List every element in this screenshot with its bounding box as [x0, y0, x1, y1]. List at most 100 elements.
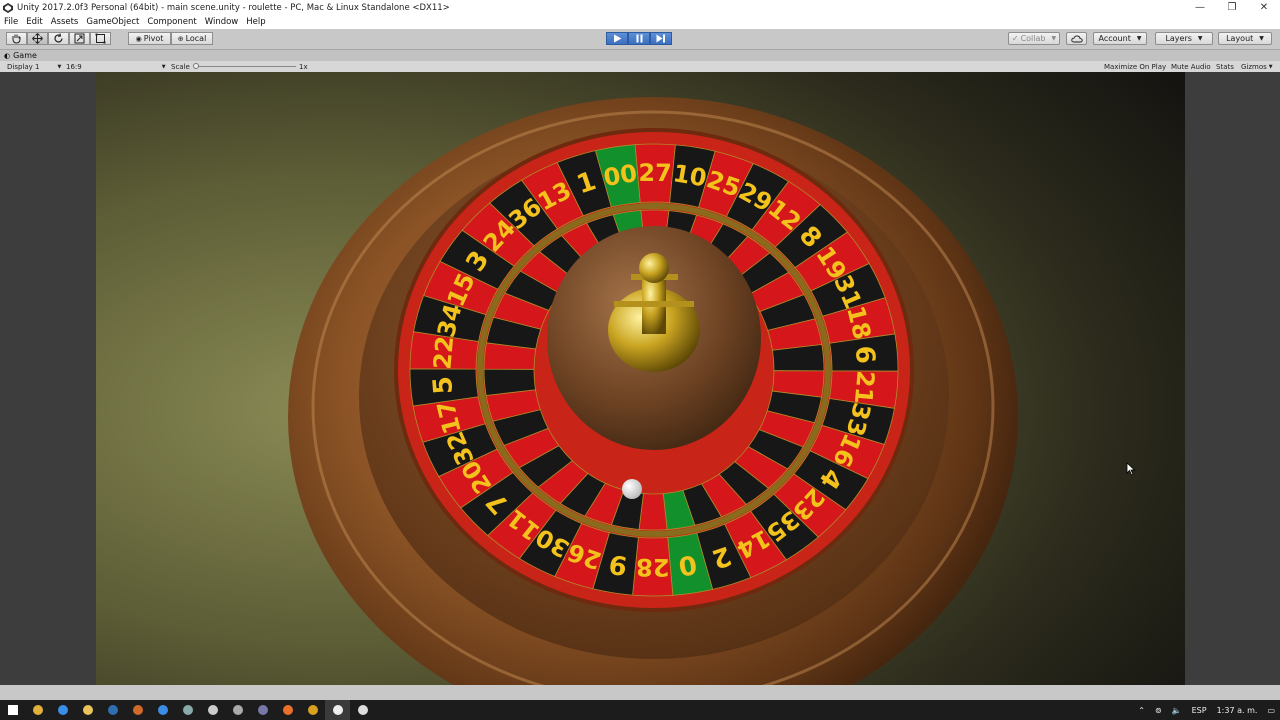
aspect-dropdown[interactable]: 16:9 ▼: [66, 61, 166, 72]
layout-dropdown[interactable]: Layout ▼: [1218, 32, 1272, 45]
app-icon[interactable]: [250, 700, 275, 720]
firefox-icon-glyph: [282, 705, 293, 715]
notifications-icon[interactable]: ▭: [1267, 706, 1275, 715]
app-icon-glyph: [307, 705, 318, 715]
main-toolbar: ◉ Pivot ⊕ Local ✓ Collab ▼ Account ▼ Layers ▼ …: [0, 29, 1280, 50]
scale-tool-button[interactable]: [69, 32, 90, 45]
rect-tool-button[interactable]: [90, 32, 111, 45]
scale-slider-handle[interactable]: [193, 63, 199, 69]
menu-edit[interactable]: Edit: [22, 17, 46, 27]
maximize-on-play-toggle[interactable]: Maximize On Play: [1104, 61, 1166, 72]
chrome-icon[interactable]: [150, 700, 175, 720]
pivot-label: Pivot: [143, 34, 164, 43]
app-icon[interactable]: [175, 700, 200, 720]
status-bar: [0, 685, 1280, 700]
close-button[interactable]: ✕: [1248, 0, 1280, 15]
menu-assets[interactable]: Assets: [47, 17, 83, 27]
stats-toggle[interactable]: Stats: [1216, 61, 1234, 72]
app-icon[interactable]: [300, 700, 325, 720]
pocket-number-label: 28: [636, 553, 670, 581]
account-dropdown[interactable]: Account ▼: [1093, 32, 1147, 45]
chrome-icon-glyph: [157, 705, 168, 715]
move-tool-button[interactable]: [27, 32, 48, 45]
pocket-number-label: 6: [849, 345, 880, 365]
layers-dropdown[interactable]: Layers ▼: [1155, 32, 1213, 45]
language-indicator[interactable]: ESP: [1192, 706, 1207, 715]
steam-icon-glyph: [107, 705, 118, 715]
pause-icon: [636, 34, 642, 43]
game-render[interactable]: 00 27 10 25 29 12 8 19 31 18 6 21 33 16 4 23 35 14 2 0 28 9 26…: [96, 72, 1185, 685]
windows-start-icon-glyph: [7, 705, 18, 715]
cloud-icon: [1070, 34, 1083, 42]
chevron-down-icon: ▼: [1136, 35, 1142, 42]
menu-component[interactable]: Component: [143, 17, 200, 27]
firefox-icon[interactable]: [275, 700, 300, 720]
tab-game[interactable]: ◐ Game: [4, 50, 37, 61]
aspect-label: 16:9: [66, 62, 82, 71]
game-viewport[interactable]: 00 27 10 25 29 12 8 19 31 18 6 21 33 16 4 23 35 14 2 0 28 9 26…: [0, 72, 1280, 685]
collab-dropdown[interactable]: ✓ Collab ▼: [1008, 32, 1060, 45]
scale-icon: [74, 33, 85, 44]
unity-logo-icon: [3, 2, 13, 13]
step-button[interactable]: [650, 32, 672, 45]
folder-icon-glyph: [82, 705, 93, 715]
play-icon: [613, 34, 621, 43]
menu-gameobject[interactable]: GameObject: [82, 17, 143, 27]
hand-icon: [12, 34, 21, 44]
menu-help[interactable]: Help: [242, 17, 269, 27]
app-icon-glyph: [182, 705, 193, 715]
pocket-number-label: 5: [428, 375, 459, 395]
app-icon-glyph: [207, 705, 218, 715]
chevron-down-icon: ▼: [1197, 35, 1203, 42]
game-controller-icon: ◐: [4, 51, 11, 60]
clock-icon[interactable]: [350, 700, 375, 720]
pivot-toggle-button[interactable]: ◉ Pivot: [128, 32, 171, 45]
gizmos-dropdown[interactable]: Gizmos ▼: [1241, 61, 1273, 72]
unity-icon[interactable]: [325, 700, 350, 720]
menu-file[interactable]: File: [0, 17, 22, 27]
mouse-cursor-icon: [1126, 462, 1136, 476]
restore-button[interactable]: ❐: [1216, 0, 1248, 15]
gizmos-label: Gizmos: [1241, 62, 1267, 71]
chrome-icon[interactable]: [50, 700, 75, 720]
folder-icon[interactable]: [75, 700, 100, 720]
chevron-down-icon: ▼: [1259, 35, 1264, 42]
pocket-number-label: 27: [638, 159, 672, 187]
file-explorer-icon[interactable]: [25, 700, 50, 720]
clock[interactable]: 1:37 a. m.: [1217, 706, 1258, 715]
tray-chevron-icon[interactable]: ⌃: [1138, 706, 1145, 715]
local-label: Local: [185, 34, 207, 43]
pocket-number-label: 21: [849, 369, 880, 405]
local-toggle-button[interactable]: ⊕ Local: [171, 32, 213, 45]
network-icon[interactable]: ⊚: [1155, 706, 1162, 715]
minimize-button[interactable]: —: [1184, 0, 1216, 15]
window-title: Unity 2017.2.0f3 Personal (64bit) - main…: [17, 2, 450, 13]
local-icon: ⊕: [177, 34, 184, 43]
display-dropdown[interactable]: Display 1 ▼: [7, 61, 61, 72]
chrome-icon-glyph: [57, 705, 68, 715]
system-tray: ⌃ ⊚ 🔈 ESP 1:37 a. m. ▭: [1133, 700, 1280, 720]
app-icon[interactable]: [125, 700, 150, 720]
rotate-tool-button[interactable]: [48, 32, 69, 45]
chevron-down-icon: ▼: [161, 63, 166, 70]
display-label: Display 1: [7, 62, 40, 71]
app-icon[interactable]: [200, 700, 225, 720]
cloud-button[interactable]: [1066, 32, 1087, 45]
pause-button[interactable]: [628, 32, 650, 45]
play-button[interactable]: [606, 32, 628, 45]
window-titlebar: Unity 2017.2.0f3 Personal (64bit) - main…: [0, 0, 1280, 15]
scale-slider-track[interactable]: [196, 66, 296, 67]
app-icon-glyph: [257, 705, 268, 715]
clock-icon-glyph: [357, 705, 368, 715]
layout-label: Layout: [1226, 34, 1254, 43]
mute-audio-toggle[interactable]: Mute Audio: [1171, 61, 1211, 72]
volume-icon[interactable]: 🔈: [1172, 706, 1182, 715]
menu-window[interactable]: Window: [201, 17, 243, 27]
steam-icon[interactable]: [100, 700, 125, 720]
rotate-icon: [54, 33, 63, 43]
app-icon[interactable]: [225, 700, 250, 720]
hand-tool-button[interactable]: [6, 32, 27, 45]
move-icon: [32, 33, 43, 44]
windows-start-icon[interactable]: [0, 700, 25, 720]
account-label: Account: [1098, 34, 1131, 43]
